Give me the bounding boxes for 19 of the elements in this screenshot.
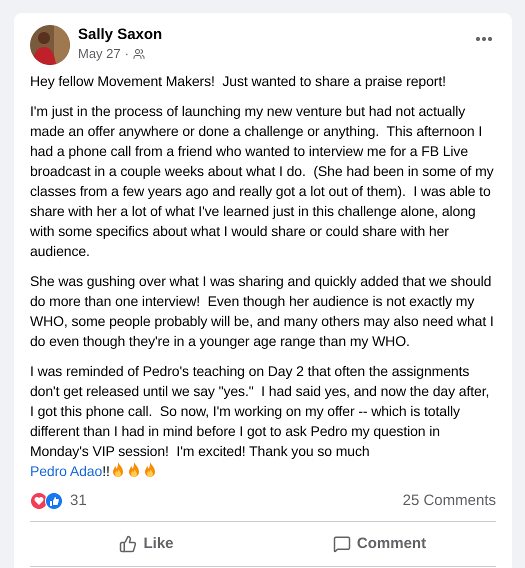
separator-dot: ·: [124, 45, 129, 63]
more-options-button[interactable]: [476, 37, 492, 41]
thumbs-up-icon: [119, 535, 138, 553]
post-paragraph: I'm just in the process of launching my new venture but had not actually made an offer anywhere or done a challenge or anything. This afternoon I had a phone call from a friend who wanted to interview me for a FB Live broadcast in a couple weeks about what I do. (She had been in some of my classes from a few years ago and really got a lot out of them). I was able to share with her a lot of what I've learned just in this challenge alone, along with some specifics about what I would share or could share with her audience.: [30, 102, 495, 261]
comments-count[interactable]: 25 Comments: [402, 490, 496, 512]
more-icon: [476, 37, 492, 41]
comment-button[interactable]: Comment: [263, 526, 496, 562]
post-paragraph: She was gushing over what I was sharing and quickly added that we should do more than one interview! Even though her audience is not exactly my WHO, some people probably will be, and many others may also need what I do even though they're in a younger age range than my WHO.: [30, 272, 495, 351]
post-paragraph: I was reminded of Pedro's teaching on Day 2 that often the assignments don't get released until we say "yes." I had said yes, and now the day after, I got this phone call. So now, I'm working on my offer -- which is totally different than I had in mind before I got to ask Pedro my question in Monday's VIP session! I'm excited! Thank you so much Pedro Adao!!: [30, 362, 490, 481]
post-date[interactable]: May 27: [78, 45, 121, 63]
author-name[interactable]: Sally Saxon: [78, 25, 162, 45]
reaction-icons: [30, 492, 64, 510]
mention-link[interactable]: Pedro Adao: [30, 463, 102, 479]
post-paragraph: Hey fellow Movement Makers! Just wanted to share a praise report!: [30, 72, 447, 91]
like-button[interactable]: Like: [30, 526, 263, 562]
reaction-count[interactable]: 31: [70, 490, 87, 512]
avatar: [30, 25, 70, 65]
group-icon: [132, 48, 145, 60]
speech-bubble-icon: [332, 535, 351, 553]
